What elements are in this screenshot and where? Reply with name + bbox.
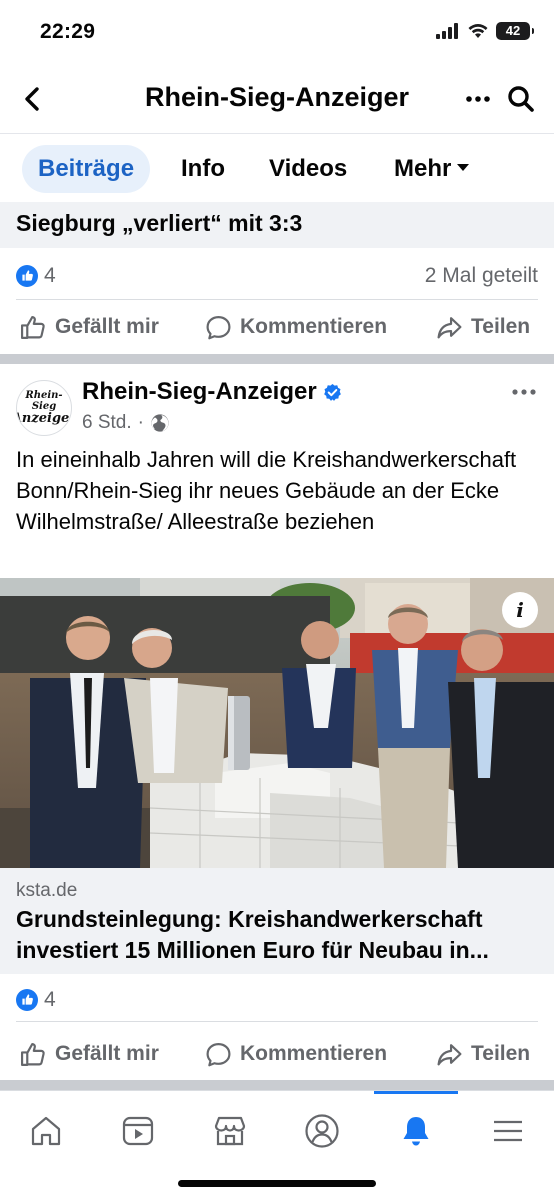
- chevron-left-icon: [25, 87, 39, 111]
- previous-share-button[interactable]: Teilen: [436, 314, 530, 341]
- like-button[interactable]: Gefällt mir: [20, 1041, 159, 1068]
- status-bar: 22:29 42: [0, 0, 554, 60]
- wifi-icon: [468, 24, 488, 38]
- previous-actions-row: Gefällt mir Kommentieren Teilen: [0, 301, 554, 353]
- post-page-name-text: Rhein-Sieg-Anzeiger: [82, 378, 317, 405]
- avatar-logo-text-1: Rhein-Sieg: [25, 390, 63, 412]
- thumbs-up-icon: [20, 1042, 45, 1066]
- comment-icon: [206, 315, 231, 339]
- image-info-button[interactable]: i: [502, 592, 538, 628]
- post-text: In eineinhalb Jahren will die Kreishandw…: [16, 447, 517, 534]
- avatar-logo-text-2: Anzeiger: [17, 411, 71, 426]
- tab-mehr-label: Mehr: [394, 155, 452, 182]
- like-reaction-icon: [16, 264, 38, 287]
- post-more-button[interactable]: [510, 378, 538, 406]
- share-button[interactable]: Teilen: [436, 1041, 530, 1068]
- cellular-signal-icon: [436, 23, 458, 39]
- more-horizontal-icon: [466, 96, 490, 102]
- post-time[interactable]: 6 Std.: [82, 412, 132, 434]
- previous-post-card: Siegburg „verliert“ mit 3:3 4 2 Mal gete…: [0, 202, 554, 354]
- post-meta: 6 Std. ·: [82, 412, 170, 434]
- comment-label: Kommentieren: [240, 1042, 388, 1065]
- page-header: Rhein-Sieg-Anzeiger: [0, 64, 554, 134]
- verified-badge-icon: [323, 383, 341, 401]
- like-label: Gefällt mir: [55, 1042, 159, 1065]
- more-options-button[interactable]: [464, 86, 492, 112]
- previous-comment-label: Kommentieren: [240, 315, 388, 338]
- nav-marketplace[interactable]: [200, 1103, 260, 1159]
- share-arrow-icon: [437, 316, 462, 338]
- post-card: Rhein-Sieg Anzeiger Rhein-Sieg-Anzeiger …: [0, 364, 554, 1080]
- link-preview[interactable]: ksta.de Grundsteinlegung: Kreishandwerke…: [0, 868, 554, 974]
- previous-reaction-count: 4: [44, 263, 56, 287]
- more-horizontal-icon: [512, 389, 536, 395]
- nav-video[interactable]: [108, 1103, 168, 1159]
- marketplace-icon: [214, 1116, 246, 1146]
- thumbs-up-icon: [20, 315, 45, 339]
- share-label: Teilen: [471, 1042, 531, 1065]
- tab-videos[interactable]: Videos: [269, 145, 347, 193]
- search-icon: [508, 86, 534, 112]
- nav-menu[interactable]: [478, 1103, 538, 1159]
- active-tab-indicator: [374, 1091, 458, 1094]
- menu-icon: [494, 1120, 522, 1142]
- previous-link-headline: Siegburg „verliert“ mit 3:3: [16, 210, 303, 236]
- previous-reactions-row[interactable]: 4 2 Mal geteilt: [16, 252, 538, 300]
- battery-icon: 42: [496, 22, 534, 40]
- share-arrow-icon: [437, 1043, 462, 1065]
- post-image[interactable]: i: [0, 578, 554, 868]
- previous-share-label: Teilen: [471, 315, 531, 338]
- previous-like-label: Gefällt mir: [55, 315, 159, 338]
- status-icons: 42: [436, 22, 534, 40]
- previous-link-preview[interactable]: Siegburg „verliert“ mit 3:3: [0, 202, 554, 248]
- post-photo: [0, 578, 554, 868]
- video-icon: [122, 1116, 154, 1146]
- post-separator: [0, 1080, 554, 1090]
- previous-like-button[interactable]: Gefällt mir: [20, 314, 159, 341]
- link-domain: ksta.de: [16, 880, 78, 901]
- nav-home[interactable]: [16, 1103, 76, 1159]
- nav-notifications[interactable]: [386, 1103, 446, 1159]
- nav-profile[interactable]: [292, 1103, 352, 1159]
- comment-icon: [206, 1042, 231, 1066]
- tab-beitraege[interactable]: Beiträge: [22, 145, 151, 193]
- caret-down-icon: [457, 164, 470, 172]
- link-headline: Grundsteinlegung: Kreishandwerkerschaft …: [16, 906, 489, 963]
- previous-shares-count[interactable]: 2 Mal geteilt: [425, 264, 538, 288]
- actions-row: Gefällt mir Kommentieren Teilen: [0, 1028, 554, 1080]
- previous-comment-button[interactable]: Kommentieren: [205, 314, 387, 341]
- post-page-name[interactable]: Rhein-Sieg-Anzeiger: [82, 378, 342, 406]
- home-indicator[interactable]: [178, 1180, 376, 1187]
- reaction-count: 4: [44, 987, 56, 1011]
- meta-dot: ·: [137, 412, 144, 433]
- bell-icon: [403, 1117, 429, 1146]
- page-avatar[interactable]: Rhein-Sieg Anzeiger: [16, 380, 72, 436]
- tab-info[interactable]: Info: [181, 145, 225, 193]
- like-reaction-icon: [16, 988, 38, 1011]
- status-time: 22:29: [40, 20, 96, 43]
- post-separator: [0, 354, 554, 364]
- tab-mehr[interactable]: Mehr: [394, 145, 470, 193]
- reactions-row[interactable]: 4: [16, 978, 538, 1022]
- feed[interactable]: Siegburg „verliert“ mit 3:3 4 2 Mal gete…: [0, 202, 554, 1090]
- search-button[interactable]: [506, 84, 536, 114]
- globe-icon: [151, 414, 169, 432]
- page-tabs: Beiträge Info Videos Mehr: [0, 136, 554, 202]
- home-icon: [31, 1116, 61, 1146]
- profile-icon: [305, 1114, 339, 1148]
- back-button[interactable]: [18, 84, 48, 114]
- comment-button[interactable]: Kommentieren: [205, 1041, 387, 1068]
